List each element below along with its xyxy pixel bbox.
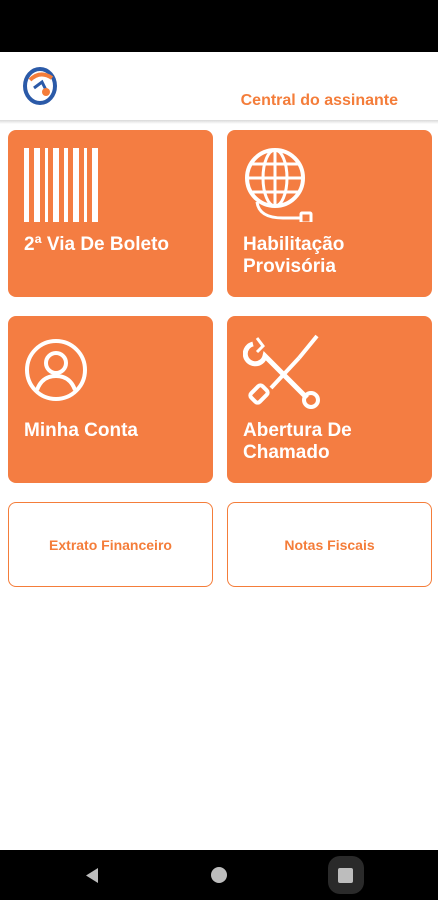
barcode-icon bbox=[24, 148, 98, 222]
tile-minha-conta[interactable]: Minha Conta bbox=[8, 316, 213, 483]
status-bar bbox=[0, 0, 438, 52]
page-title: Central do assinante bbox=[240, 92, 398, 109]
company-logo bbox=[23, 67, 57, 105]
user-icon bbox=[25, 339, 87, 401]
globe-cable-icon bbox=[245, 148, 313, 222]
tile-habilitacao-provisoria[interactable]: Habilitação Provisória bbox=[227, 130, 432, 297]
notas-fiscais-button[interactable]: Notas Fiscais bbox=[227, 502, 432, 587]
extrato-financeiro-button[interactable]: Extrato Financeiro bbox=[8, 502, 213, 587]
header-divider bbox=[0, 120, 438, 124]
system-nav-bar bbox=[0, 850, 438, 900]
recents-icon[interactable] bbox=[338, 868, 353, 883]
back-icon[interactable] bbox=[84, 867, 100, 884]
tile-segunda-via-boleto[interactable]: 2ª Via De Boleto bbox=[8, 130, 213, 297]
tile-abertura-chamado[interactable]: Abertura De Chamado bbox=[227, 316, 432, 483]
wrench-screwdriver-icon bbox=[243, 334, 320, 409]
tile-label: Minha Conta bbox=[24, 420, 138, 441]
app-header: Central do assinante bbox=[0, 52, 438, 120]
tile-label: Abertura De Chamado bbox=[243, 420, 352, 463]
tile-label: Habilitação Provisória bbox=[243, 234, 345, 277]
home-icon[interactable] bbox=[211, 867, 227, 883]
tile-label: 2ª Via De Boleto bbox=[24, 234, 170, 255]
